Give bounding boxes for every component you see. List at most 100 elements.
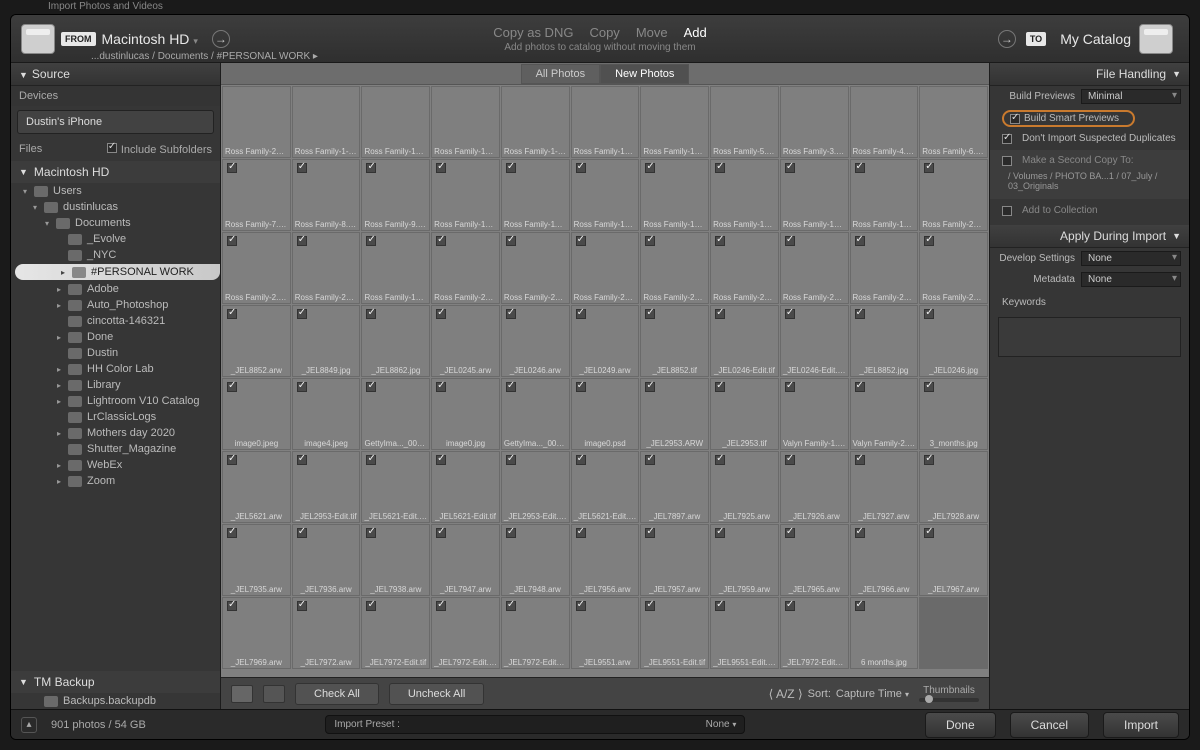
apply-during-import-header[interactable]: Apply During Import▼ — [990, 225, 1189, 248]
thumbnail-checkbox[interactable] — [785, 601, 795, 611]
tree-row[interactable]: _NYC — [11, 247, 220, 263]
tree-row[interactable]: ▸Adobe — [11, 281, 220, 297]
thumbnail-cell[interactable]: Ross Family-26.jpg — [710, 232, 779, 304]
thumbnail-checkbox[interactable] — [785, 382, 795, 392]
thumbnail-cell[interactable]: Ross Family-10.jpg — [431, 159, 500, 231]
thumbnail-cell[interactable]: Ross Family-22.jpg — [431, 232, 500, 304]
grid-view-icon[interactable] — [231, 685, 253, 703]
no-duplicates-checkbox[interactable]: Don't Import Suspected Duplicates — [990, 130, 1189, 147]
thumbnail-cell[interactable]: image4.jpeg — [292, 378, 361, 450]
tree-row[interactable]: ▸Auto_Photoshop — [11, 297, 220, 313]
thumbnail-checkbox[interactable] — [227, 382, 237, 392]
thumbnail-checkbox[interactable] — [924, 163, 934, 173]
tree-row[interactable]: LrClassicLogs — [11, 409, 220, 425]
thumbnail-cell[interactable]: Ross Family-15-Edit.tif — [361, 86, 430, 158]
thumbnail-checkbox[interactable] — [227, 455, 237, 465]
source-volume-button[interactable]: Macintosh HD ▾ — [102, 31, 198, 47]
thumbnail-checkbox[interactable] — [645, 236, 655, 246]
thumbnail-checkbox[interactable] — [715, 601, 725, 611]
import-mode-add[interactable]: Add — [684, 25, 707, 40]
thumbnail-checkbox[interactable] — [506, 236, 516, 246]
thumbnail-cell[interactable]: image0.psd — [571, 378, 640, 450]
tree-row[interactable]: ▸Library — [11, 377, 220, 393]
thumbnail-cell[interactable]: _JEL0246-Edit.tif — [710, 305, 779, 377]
tree-row[interactable]: ▸HH Color Lab — [11, 361, 220, 377]
thumbnail-cell[interactable]: Ross Family-12.jpg — [571, 159, 640, 231]
thumbnail-cell[interactable]: _JEL5621-Edit.tif — [431, 451, 500, 523]
thumbnail-checkbox[interactable] — [227, 163, 237, 173]
thumbnail-cell[interactable]: Ross Family-1-Edit.jpg — [501, 86, 570, 158]
tree-row[interactable]: ▸#PERSONAL WORK — [15, 264, 220, 280]
thumbnail-cell[interactable]: _JEL5621.arw — [222, 451, 291, 523]
thumbnail-checkbox[interactable] — [297, 528, 307, 538]
tree-row[interactable]: Shutter_Magazine — [11, 441, 220, 457]
thumbnail-checkbox[interactable] — [785, 163, 795, 173]
thumbnail-cell[interactable]: image0.jpg — [431, 378, 500, 450]
tree-row[interactable]: Dustin — [11, 345, 220, 361]
thumbnail-checkbox[interactable] — [366, 309, 376, 319]
thumbnail-cell[interactable]: Ross Family-27.jpg — [780, 232, 849, 304]
thumbnail-checkbox[interactable] — [227, 528, 237, 538]
thumbnail-cell[interactable]: Ross Family-13.jpg — [640, 159, 709, 231]
thumbnail-checkbox[interactable] — [576, 236, 586, 246]
thumbnail-checkbox[interactable] — [715, 528, 725, 538]
thumbnail-cell[interactable]: Ross Family-2.jpg — [222, 232, 291, 304]
thumbnail-cell[interactable]: _JEL8852.tif — [640, 305, 709, 377]
destination-catalog[interactable]: My Catalog — [1060, 31, 1131, 47]
thumbnail-cell[interactable]: _JEL7966.arw — [850, 524, 919, 596]
thumbnail-cell[interactable]: _JEL0246-Edit.jpg — [780, 305, 849, 377]
add-to-collection-checkbox[interactable]: Add to Collection — [990, 202, 1189, 219]
thumbnail-cell[interactable]: _JEL2953.ARW — [640, 378, 709, 450]
thumbnail-checkbox[interactable] — [297, 163, 307, 173]
thumbnail-cell[interactable]: _JEL7957.arw — [640, 524, 709, 596]
thumbnail-cell[interactable]: _JEL7936.arw — [292, 524, 361, 596]
thumbnail-cell[interactable]: _JEL9551-Edit.tif — [640, 597, 709, 669]
thumbnail-cell[interactable]: Valyn Family-1.jpg — [780, 378, 849, 450]
sort-az-icon[interactable]: ⟨ A/Z ⟩ — [769, 687, 803, 701]
thumbnail-cell[interactable]: Ross Family-29.jpg — [919, 232, 988, 304]
thumbnail-checkbox[interactable] — [715, 163, 725, 173]
thumbnail-checkbox[interactable] — [227, 601, 237, 611]
thumbnail-checkbox[interactable] — [715, 455, 725, 465]
sort-dropdown[interactable]: Capture Time ▾ — [836, 688, 909, 700]
thumbnail-cell[interactable]: _JEL7956.arw — [571, 524, 640, 596]
thumbnail-checkbox[interactable] — [227, 309, 237, 319]
tab-all-photos[interactable]: All Photos — [521, 64, 601, 84]
thumbnail-checkbox[interactable] — [924, 455, 934, 465]
import-mode-move[interactable]: Move — [636, 25, 668, 40]
breadcrumb[interactable]: ...dustinlucas / Documents / #PERSONAL W… — [91, 51, 318, 62]
thumbnail-cell[interactable]: Ross Family-18.jpg — [780, 159, 849, 231]
file-handling-header[interactable]: File Handling▼ — [990, 63, 1189, 86]
thumbnail-checkbox[interactable] — [297, 236, 307, 246]
arrow-right-icon[interactable]: → — [212, 30, 230, 48]
thumbnail-checkbox[interactable] — [855, 163, 865, 173]
thumbnail-checkbox[interactable] — [576, 455, 586, 465]
thumbnail-checkbox[interactable] — [506, 455, 516, 465]
cancel-button[interactable]: Cancel — [1010, 712, 1089, 738]
thumbnail-cell[interactable]: _JEL7972-Edit_1.jpg — [501, 597, 570, 669]
thumbnail-cell[interactable]: _JEL9551.arw — [571, 597, 640, 669]
thumbnail-cell[interactable]: _JEL7972-Edit.tif — [361, 597, 430, 669]
thumbnail-cell[interactable]: image0.jpeg — [222, 378, 291, 450]
tree-row[interactable]: ▾dustinlucas — [11, 199, 220, 215]
thumbnail-checkbox[interactable] — [506, 309, 516, 319]
thumbnail-checkbox[interactable] — [366, 528, 376, 538]
thumbnail-checkbox[interactable] — [924, 236, 934, 246]
import-button[interactable]: Import — [1103, 712, 1179, 738]
thumbnail-cell[interactable]: Ross Family-6.jpg — [919, 86, 988, 158]
thumbnail-cell[interactable]: _JEL7927.arw — [850, 451, 919, 523]
thumbnail-cell[interactable]: _JEL0246.jpg — [919, 305, 988, 377]
thumbnail-cell[interactable]: _JEL2953.tif — [710, 378, 779, 450]
thumbnail-checkbox[interactable] — [855, 236, 865, 246]
thumbnail-cell[interactable]: _JEL7965.arw — [780, 524, 849, 596]
thumbnail-checkbox[interactable] — [436, 601, 446, 611]
thumbnail-cell[interactable]: Ross Family-1-Edit.tif — [292, 86, 361, 158]
thumbnail-checkbox[interactable] — [576, 163, 586, 173]
thumbnail-checkbox[interactable] — [785, 528, 795, 538]
thumbnail-cell[interactable]: _JEL5621-Edit.jpg — [571, 451, 640, 523]
tree-row[interactable]: ▾Documents — [11, 215, 220, 231]
volume-header[interactable]: ▼Macintosh HD — [11, 161, 220, 183]
thumbnail-cell[interactable]: Ross Family-14.jpg — [361, 232, 430, 304]
source-panel-header[interactable]: ▼Source — [11, 63, 220, 86]
thumbnail-checkbox[interactable] — [645, 163, 655, 173]
